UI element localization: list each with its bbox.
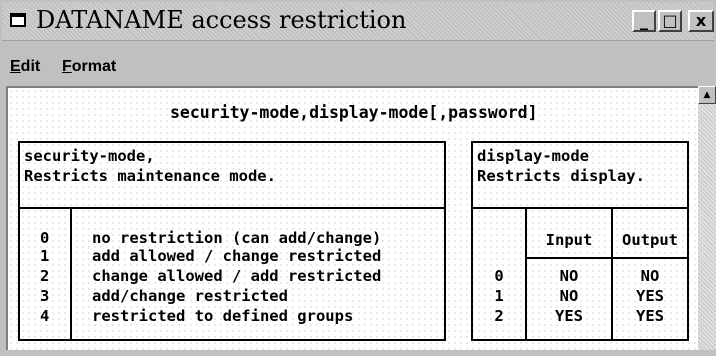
syntax-line: security-mode,display-mode[,password] (170, 103, 538, 122)
security-code: 3 (40, 287, 50, 305)
security-mode-table: security-mode, Restricts maintenance mod… (18, 141, 446, 341)
display-code: 2 (494, 307, 504, 325)
display-divider (473, 207, 687, 209)
display-output-value: NO (640, 267, 660, 285)
menu-edit[interactable]: Edit (10, 58, 40, 76)
title-bar[interactable]: DATANAME access restriction _ □ x (2, 2, 714, 41)
display-code: 0 (494, 267, 504, 285)
security-code: 4 (40, 307, 50, 325)
security-desc: add/change restricted (92, 287, 288, 305)
output-column-header: Output (622, 231, 678, 249)
security-column-divider (70, 209, 72, 339)
vertical-scrollbar[interactable]: ▲ (698, 86, 716, 350)
security-desc: change allowed / add restricted (92, 267, 382, 285)
security-desc: add allowed / change restricted (92, 247, 382, 265)
security-header-line-1: security-mode, (24, 147, 155, 165)
security-code: 1 (40, 247, 50, 265)
display-mode-table: display-mode Restricts display. Input Ou… (471, 141, 689, 341)
display-header-line-1: display-mode (477, 147, 589, 165)
window-title: DATANAME access restriction (36, 6, 407, 34)
display-code: 1 (494, 287, 504, 305)
display-input-value: NO (559, 287, 579, 305)
display-header-line-2: Restricts display. (477, 167, 645, 185)
security-code: 2 (40, 267, 50, 285)
display-input-value: YES (555, 307, 583, 325)
minimize-button[interactable]: _ (632, 10, 656, 32)
display-output-value: YES (636, 307, 664, 325)
menu-format[interactable]: Format (62, 58, 116, 76)
security-code: 0 (40, 229, 50, 247)
security-divider (20, 207, 444, 209)
security-desc: no restriction (can add/change) (92, 229, 382, 247)
security-header-line-2: Restricts maintenance mode. (24, 167, 276, 185)
close-button[interactable]: x (688, 10, 714, 32)
window-icon[interactable] (10, 13, 26, 27)
scroll-up-icon[interactable]: ▲ (698, 86, 716, 104)
display-subheader-divider (527, 257, 687, 259)
display-input-value: NO (559, 267, 579, 285)
menu-bar: Edit Format (2, 58, 714, 80)
display-output-value: YES (636, 287, 664, 305)
maximize-button[interactable]: □ (658, 10, 682, 32)
security-desc: restricted to defined groups (92, 307, 354, 325)
input-column-header: Input (545, 231, 593, 249)
app-window: DATANAME access restriction _ □ x Edit F… (0, 0, 716, 356)
